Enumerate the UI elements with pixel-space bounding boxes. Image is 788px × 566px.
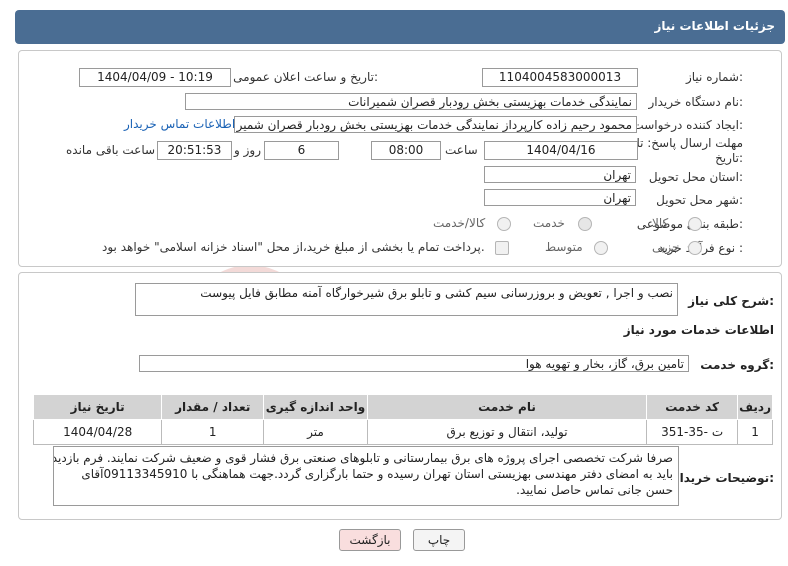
deadline-date-field: 1404/04/16: [484, 141, 638, 160]
creator-label: ایجاد کننده درخواست:: [632, 118, 743, 132]
table-row: 1 ت -35-351 تولید، انتقال و توزیع برق مت…: [32, 419, 773, 445]
summary-text-area: نصب و اجرا , تعویض و بروزرسانی سیم کشی و…: [135, 283, 678, 316]
category-both-label: کالا/خدمت: [433, 216, 486, 230]
services-title: اطلاعات خدمات مورد نیاز: [623, 323, 774, 337]
remaining-label: ساعت باقی مانده: [66, 143, 156, 157]
remaining-days-field: 6: [264, 141, 339, 160]
deadline-label: مهلت ارسال پاسخ: تا تاریخ:: [636, 136, 743, 165]
buyer-notes-line: حسن جانی تماس حاصل نمایید.: [516, 483, 673, 497]
category-goods-label: کالا: [652, 216, 669, 230]
deadline-time-field: 08:00: [371, 141, 441, 160]
summary-label: شرح کلی نیاز:: [688, 294, 774, 308]
buyer-org-label: نام دستگاه خریدار:: [648, 95, 744, 109]
service-group-field: تامین برق، گاز، بخار و تهویه هوا: [139, 355, 689, 372]
page-title: جزئیات اطلاعات نیاز: [654, 19, 775, 33]
service-group-label: گروه خدمت:: [700, 358, 774, 372]
buyer-org-field: نمایندگی خدمات بهزیستی بخش رودبار قصران …: [185, 93, 637, 110]
cell-code: ت -35-351: [646, 419, 739, 445]
process-medium-label: متوسط: [545, 240, 583, 254]
cell-date: 1404/04/28: [32, 419, 163, 445]
days-label: روز و: [234, 143, 261, 157]
col-code: کد خدمت: [646, 394, 739, 420]
province-field: تهران: [484, 166, 636, 183]
city-label: شهر محل تحویل:: [656, 193, 743, 207]
buyer-contact-link[interactable]: اطلاعات تماس خریدار: [124, 117, 235, 131]
process-minor-radio[interactable]: [688, 241, 702, 255]
page-header: جزئیات اطلاعات نیاز: [15, 10, 785, 44]
summary-text: نصب و اجرا , تعویض و بروزرسانی سیم کشی و…: [200, 286, 673, 300]
col-date: تاریخ نیاز: [32, 394, 163, 420]
need-number-label: شماره نیاز:: [685, 70, 743, 84]
col-unit: واحد اندازه گیری: [263, 394, 368, 420]
announce-date-field: 1404/04/09 - 10:19: [79, 68, 231, 87]
cell-qty: 1: [161, 419, 265, 445]
services-table: ردیف کد خدمت نام خدمت واحد اندازه گیری ت…: [32, 394, 773, 445]
deadline-time-label: ساعت: [445, 143, 478, 157]
buyer-notes-line: صرفا شرکت تخصصی اجرای پروژه های برق بیما…: [53, 451, 673, 465]
buyer-notes-line: باید به امضای دفتر مهندسی بهزیستی استان …: [81, 467, 673, 481]
process-medium-radio[interactable]: [594, 241, 608, 255]
buyer-notes-label: توضیحات خریدار:: [672, 471, 774, 485]
province-label: استان محل تحویل:: [648, 170, 743, 184]
back-button[interactable]: بازگشت: [339, 529, 401, 551]
remaining-time-field: 20:51:53: [157, 141, 232, 160]
treasury-payment-checkbox[interactable]: [495, 241, 509, 255]
need-number-field: 1104004583000013: [482, 68, 638, 87]
col-row: ردیف: [737, 394, 773, 420]
process-minor-label: جزیی: [652, 240, 680, 254]
col-qty: تعداد / مقدار: [161, 394, 265, 420]
col-name: نام خدمت: [366, 394, 648, 420]
category-both-radio[interactable]: [497, 217, 511, 231]
cell-row: 1: [737, 419, 773, 445]
category-service-label: خدمت: [533, 216, 565, 230]
services-table-header: ردیف کد خدمت نام خدمت واحد اندازه گیری ت…: [32, 394, 773, 420]
buyer-notes-area: صرفا شرکت تخصصی اجرای پروژه های برق بیما…: [53, 446, 679, 506]
announce-date-label: تاریخ و ساعت اعلان عمومی:: [233, 70, 378, 84]
cell-name: تولید، انتقال و توزیع برق: [366, 419, 648, 445]
creator-field: محمود رحیم زاده کارپرداز نمایندگی خدمات …: [234, 116, 637, 133]
category-service-radio[interactable]: [578, 217, 592, 231]
treasury-payment-note: پرداخت تمام یا بخشی از مبلغ خرید،از محل …: [102, 240, 485, 254]
print-button[interactable]: چاپ: [413, 529, 465, 551]
category-goods-radio[interactable]: [688, 217, 702, 231]
city-field: تهران: [484, 189, 636, 206]
cell-unit: متر: [263, 419, 368, 445]
